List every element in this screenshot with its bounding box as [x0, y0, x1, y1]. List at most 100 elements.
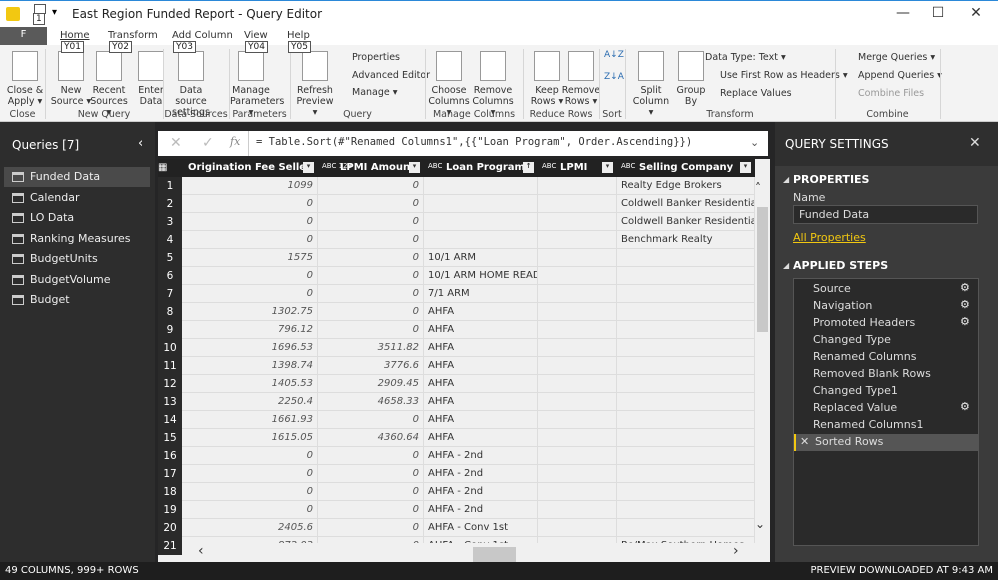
maximize-button[interactable]: ☐: [928, 5, 948, 23]
expand-formula-icon[interactable]: ⌄: [750, 136, 759, 149]
tab-view[interactable]: View: [244, 30, 268, 41]
filter-dropdown-icon[interactable]: ▾: [303, 162, 314, 173]
tab-add-column[interactable]: Add Column: [172, 30, 233, 41]
ribbon-button-choose-columns-[interactable]: Choose Columns ▾: [428, 51, 470, 118]
applied-step-source[interactable]: Source ⚙: [794, 281, 978, 298]
tab-transform[interactable]: Transform: [108, 30, 158, 41]
ribbon-button-close-apply-[interactable]: Close & Apply ▾: [4, 51, 46, 107]
column-header-origination-fee-seller[interactable]: Origination Fee Seller ▾: [182, 159, 318, 177]
group-separator: [940, 49, 941, 119]
table-cell: 0: [318, 249, 424, 267]
column-header-lpmi[interactable]: ABC LPMI ▾: [538, 159, 617, 177]
query-item-budget[interactable]: Budget: [4, 290, 150, 310]
query-name-input[interactable]: Funded Data: [793, 205, 978, 224]
ribbon-button-data-source-settings[interactable]: Data source settings: [170, 51, 212, 118]
sort-ascending-icon[interactable]: A↓Z: [604, 51, 624, 60]
filter-dropdown-icon[interactable]: ▾: [602, 162, 613, 173]
applied-step-changed-type1[interactable]: Changed Type1: [794, 383, 978, 400]
all-properties-link[interactable]: All Properties: [793, 231, 866, 244]
close-settings-icon[interactable]: ✕: [969, 135, 981, 151]
table-icon: [12, 213, 24, 223]
ribbon-replace-valuesbutton[interactable]: Replace Values: [720, 88, 792, 99]
table-cell: 7/1 ARM: [424, 285, 538, 303]
table-cell: 10/1 ARM: [424, 249, 538, 267]
applied-step-navigation[interactable]: Navigation ⚙: [794, 298, 978, 315]
table-cell: [617, 429, 755, 447]
ribbon-propertiesbutton[interactable]: Properties: [352, 52, 400, 63]
minimize-button[interactable]: —: [893, 5, 913, 23]
query-item-budgetunits[interactable]: BudgetUnits: [4, 249, 150, 269]
ribbon-data-type-text-button[interactable]: Data Type: Text ▾: [705, 52, 786, 63]
step-label: Replaced Value: [813, 401, 898, 414]
applied-step-renamed-columns[interactable]: Renamed Columns: [794, 349, 978, 366]
ribbon-group-label: Data Sources: [164, 109, 228, 120]
applied-step-removed-blank-rows[interactable]: Removed Blank Rows: [794, 366, 978, 383]
table-cell: AHFA - 2nd: [424, 483, 538, 501]
table-cell: 0: [182, 447, 318, 465]
type-icon-abc[interactable]: ABC: [428, 162, 442, 170]
filter-dropdown-icon[interactable]: ▾: [740, 162, 751, 173]
close-button[interactable]: ✕: [966, 5, 986, 23]
column-header-loan-program[interactable]: ABC Loan Program ↑: [424, 159, 538, 177]
tab-file[interactable]: F: [0, 27, 47, 45]
gear-icon[interactable]: ⚙: [960, 315, 970, 328]
query-item-ranking-measures[interactable]: Ranking Measures: [4, 229, 150, 249]
query-item-funded-data[interactable]: Funded Data: [4, 167, 150, 187]
vertical-scroll-thumb[interactable]: [757, 207, 768, 332]
applied-step-changed-type[interactable]: Changed Type: [794, 332, 978, 349]
column-header-selling-company[interactable]: ABC Selling Company ▾: [617, 159, 755, 177]
ribbon-button-recent-sources-[interactable]: Recent Sources ▾: [88, 51, 130, 118]
applied-step-sorted-rows[interactable]: ✕ Sorted Rows: [794, 434, 978, 451]
ribbon-button-refresh-preview-[interactable]: Refresh Preview ▾: [294, 51, 336, 118]
type-icon-abc[interactable]: ABC: [542, 162, 556, 170]
tab-help[interactable]: Help: [287, 30, 310, 41]
ribbon-button-remove-columns-[interactable]: Remove Columns ▾: [472, 51, 514, 118]
horizontal-scrollbar[interactable]: [182, 543, 755, 562]
cancel-icon[interactable]: ✕: [170, 135, 182, 151]
sort-filter-icon[interactable]: ↑: [523, 162, 534, 173]
formula-input[interactable]: = Table.Sort(#"Renamed Columns1",{{"Loan…: [256, 136, 692, 148]
ribbon-manage-button[interactable]: Manage ▾: [352, 87, 398, 98]
applied-step-replaced-value[interactable]: Replaced Value ⚙: [794, 400, 978, 417]
ribbon-advanced-editorbutton[interactable]: Advanced Editor: [352, 70, 430, 81]
type-icon-abc-123[interactable]: ABC 123: [322, 162, 352, 170]
sort-descending-icon[interactable]: Z↓A: [604, 73, 624, 82]
table-cell: [538, 393, 617, 411]
scroll-up-icon[interactable]: ˄: [755, 181, 761, 195]
ribbon-combine-filesbutton[interactable]: Combine Files: [858, 88, 924, 99]
table-cell: [538, 483, 617, 501]
query-item-lo-data[interactable]: LO Data: [4, 208, 150, 228]
ribbon-button-split-column-[interactable]: Split Column ▾: [630, 51, 672, 118]
applied-step-renamed-columns1[interactable]: Renamed Columns1: [794, 417, 978, 434]
ribbon-append-queries-button[interactable]: Append Queries ▾: [858, 70, 942, 81]
ribbon-button-manage-parameters-[interactable]: Manage Parameters ▾: [230, 51, 284, 118]
tab-home[interactable]: Home: [60, 30, 90, 41]
gear-icon[interactable]: ⚙: [960, 281, 970, 294]
horizontal-scroll-thumb[interactable]: [473, 547, 516, 562]
ribbon-button-new-source-[interactable]: New Source ▾: [50, 51, 92, 107]
scroll-right-icon[interactable]: ›: [733, 543, 739, 559]
row-number: 20: [158, 519, 182, 537]
gear-icon[interactable]: ⚙: [960, 400, 970, 413]
gear-icon[interactable]: ⚙: [960, 298, 970, 311]
type-icon-abc[interactable]: ABC: [621, 162, 635, 170]
collapse-icon[interactable]: ‹: [138, 136, 143, 151]
query-item-calendar[interactable]: Calendar: [4, 188, 150, 208]
scroll-down-icon[interactable]: ⌄: [755, 517, 765, 531]
delete-step-icon[interactable]: ✕: [800, 435, 809, 448]
table-cell: [617, 519, 755, 537]
filter-dropdown-icon[interactable]: ▾: [409, 162, 420, 173]
customize-qat-icon[interactable]: ▾: [52, 7, 57, 18]
select-all-icon[interactable]: ▦: [158, 159, 182, 177]
ribbon-button-remove-rows-[interactable]: Remove Rows ▾: [560, 51, 602, 107]
ribbon-use-first-row-as-headers-button[interactable]: Use First Row as Headers ▾: [720, 70, 848, 81]
query-item-budgetvolume[interactable]: BudgetVolume: [4, 270, 150, 290]
step-label: Source: [813, 282, 851, 295]
applied-step-promoted-headers[interactable]: Promoted Headers ⚙: [794, 315, 978, 332]
commit-icon[interactable]: ✓: [202, 135, 214, 151]
column-header-lpmi-amount[interactable]: ABC 123 LPMI Amount ▾: [318, 159, 424, 177]
ribbon-merge-queries-button[interactable]: Merge Queries ▾: [858, 52, 935, 63]
scroll-left-icon[interactable]: ‹: [198, 543, 204, 559]
ribbon-button-enter-data[interactable]: Enter Data: [130, 51, 172, 107]
table-cell: 0: [318, 285, 424, 303]
